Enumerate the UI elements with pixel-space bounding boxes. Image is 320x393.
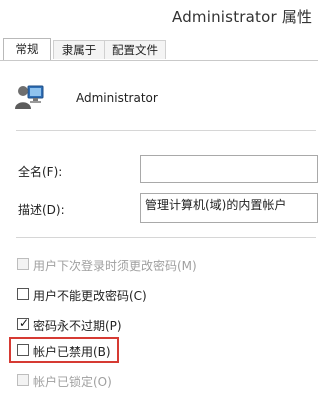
checkbox-label: 用户下次登录时须更改密码(M) [33,259,197,273]
tab-member-of[interactable]: 隶属于 [53,40,105,59]
checkbox-label: 帐户已禁用(B) [33,345,111,359]
tab-strip: 常规 隶属于 配置文件 [0,38,318,60]
checkbox-label: 帐户已锁定(O) [33,375,112,389]
checkbox-label: 密码永不过期(P) [33,319,122,333]
tab-general[interactable]: 常规 [3,38,51,60]
description-label: 描述(D): [18,203,65,217]
checkbox-box[interactable]: ✓ [17,316,30,330]
user-name: Administrator [76,91,158,105]
checkbox-box[interactable] [17,258,29,270]
checkbox-box[interactable] [17,344,29,356]
title-bar: Administrator 属性 [0,0,318,34]
checkbox-box[interactable] [17,288,29,300]
fullname-label: 全名(F): [18,165,63,179]
window-title: Administrator 属性 [172,8,313,26]
user-monitor-icon [15,85,44,109]
separator [16,130,316,131]
tab-profile[interactable]: 配置文件 [104,40,166,59]
description-field[interactable]: 管理计算机(域)的内置帐户 [140,193,318,223]
separator [16,237,316,238]
checkbox-box[interactable] [17,374,29,386]
fullname-field[interactable] [140,155,318,183]
checkbox-label: 用户不能更改密码(C) [33,289,147,303]
checkmark-icon: ✓ [19,316,30,330]
